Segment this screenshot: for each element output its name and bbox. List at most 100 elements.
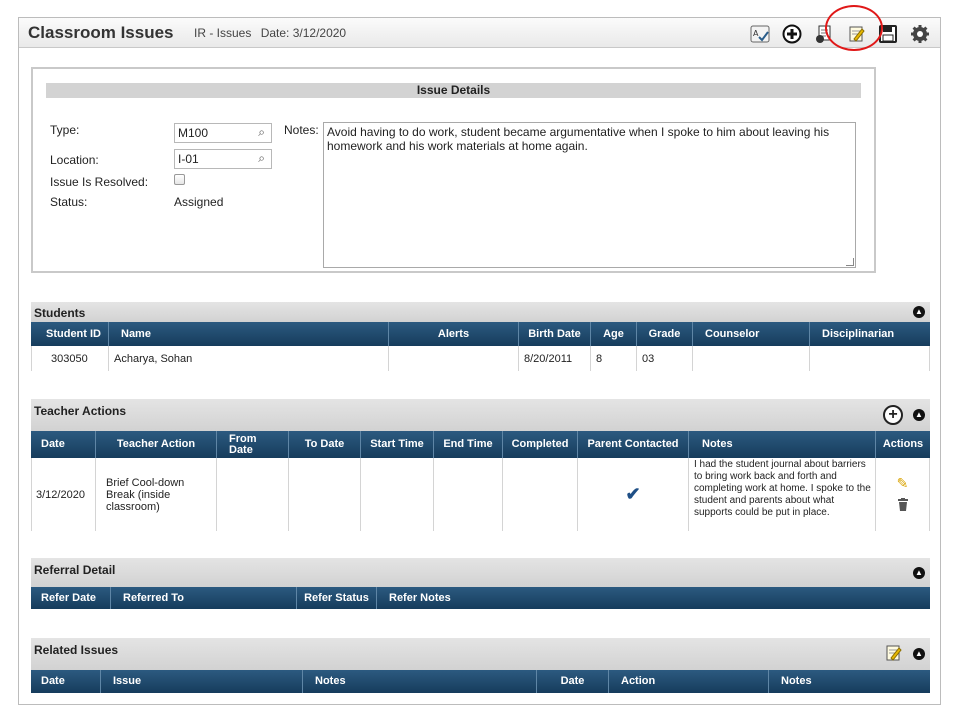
col-related-action-date[interactable]: Date <box>537 670 609 693</box>
teacher-actions-table-header: Date Teacher Action From Date To Date St… <box>31 431 930 458</box>
collapse-icon[interactable]: ▲ <box>913 648 925 660</box>
spellcheck-icon[interactable]: A <box>750 24 770 44</box>
type-label: Type: <box>50 123 80 137</box>
col-alerts[interactable]: Alerts <box>389 322 519 346</box>
col-related-notes[interactable]: Notes <box>303 670 537 693</box>
col-related-issue[interactable]: Issue <box>101 670 303 693</box>
cell-alerts <box>389 346 519 371</box>
location-field[interactable]: I-01 ⌕ <box>174 149 272 169</box>
col-related-action-notes[interactable]: Notes <box>769 670 930 693</box>
col-referred-to[interactable]: Referred To <box>111 587 297 609</box>
edit-pencil-icon[interactable]: ✎ <box>897 475 909 492</box>
col-name[interactable]: Name <box>109 322 389 346</box>
svg-text:A: A <box>753 29 759 38</box>
cell-age: 8 <box>591 346 637 371</box>
status-value: Assigned <box>174 195 224 209</box>
cell-date: 3/12/2020 <box>31 458 96 531</box>
col-from-date[interactable]: From Date <box>217 431 289 458</box>
search-icon[interactable]: ⌕ <box>258 125 265 140</box>
col-refer-status[interactable]: Refer Status <box>297 587 377 609</box>
notes-text: Avoid having to do work, student became … <box>327 125 830 153</box>
col-parent-contacted[interactable]: Parent Contacted <box>578 431 689 458</box>
collapse-icon[interactable]: ▲ <box>913 567 925 579</box>
checkmark-icon: ✔ <box>625 484 641 504</box>
notes-label: Notes: <box>284 123 319 137</box>
col-date[interactable]: Date <box>31 431 96 458</box>
table-row[interactable]: 3/12/2020 Brief Cool-down Break (inside … <box>31 458 930 531</box>
issue-details-panel: Issue Details Type: M100 ⌕ Location: I-0… <box>31 67 876 273</box>
referral-detail-section-header: Referral Detail ▲ <box>31 558 930 587</box>
page-subtitle: IR - Issues Date: 3/12/2020 <box>194 26 352 40</box>
search-icon[interactable]: ⌕ <box>258 151 265 166</box>
issue-resolved-checkbox[interactable] <box>174 174 185 185</box>
cell-to-date <box>289 458 361 531</box>
col-grade[interactable]: Grade <box>637 322 693 346</box>
title-bar: Classroom Issues IR - Issues Date: 3/12/… <box>19 5 940 51</box>
col-disciplinarian[interactable]: Disciplinarian <box>810 322 930 346</box>
cell-teacher-action: Brief Cool-down Break (inside classroom) <box>96 458 217 531</box>
col-related-action[interactable]: Action <box>609 670 769 693</box>
location-value: I-01 <box>178 152 199 166</box>
cell-birth-date: 8/20/2011 <box>519 346 591 371</box>
status-label: Status: <box>50 195 88 209</box>
cell-start-time <box>361 458 434 531</box>
add-teacher-action-icon[interactable]: + <box>883 405 903 425</box>
resolved-label: Issue Is Resolved: <box>50 175 149 189</box>
students-table-header: Student ID Name Alerts Birth Date Age Gr… <box>31 322 930 346</box>
table-row[interactable]: 303050 Acharya, Sohan 8/20/2011 8 03 <box>31 346 930 371</box>
teacher-action-text: Brief Cool-down Break (inside classroom) <box>106 476 185 513</box>
col-age[interactable]: Age <box>591 322 637 346</box>
col-notes[interactable]: Notes <box>689 431 876 458</box>
issue-details-heading: Issue Details <box>46 83 861 98</box>
cell-actions: ✎ <box>876 458 930 531</box>
highlight-annotation-circle <box>825 5 883 51</box>
col-completed[interactable]: Completed <box>503 431 578 458</box>
cell-name: Acharya, Sohan <box>109 346 389 371</box>
notes-textarea[interactable]: Avoid having to do work, student became … <box>323 122 856 268</box>
classroom-issues-window: Classroom Issues IR - Issues Date: 3/12/… <box>18 5 941 705</box>
settings-icon[interactable] <box>910 24 930 44</box>
related-issues-table-header: Date Issue Notes Date Action Notes <box>31 670 930 693</box>
issue-type-label: IR - Issues <box>194 26 252 40</box>
cell-counselor <box>693 346 810 371</box>
col-refer-notes[interactable]: Refer Notes <box>377 587 930 609</box>
page-title: Classroom Issues <box>28 23 174 42</box>
col-actions: Actions <box>882 438 924 450</box>
resize-handle[interactable] <box>846 258 854 266</box>
col-start-time[interactable]: Start Time <box>361 431 434 458</box>
col-teacher-action[interactable]: Teacher Action <box>96 431 217 458</box>
related-issues-section-header: Related Issues ▲ <box>31 638 930 670</box>
col-from-date-label: From Date <box>229 432 257 456</box>
col-counselor[interactable]: Counselor <box>693 322 810 346</box>
col-student-id[interactable]: Student ID <box>31 322 109 346</box>
students-section-header: Students ▲ <box>31 302 930 322</box>
edit-notes-icon[interactable] <box>883 643 903 663</box>
teacher-actions-title: Teacher Actions <box>34 404 127 418</box>
referral-table-header: Refer Date Referred To Refer Status Refe… <box>31 587 930 609</box>
referral-detail-title: Referral Detail <box>34 563 116 577</box>
cell-end-time <box>434 458 503 531</box>
collapse-icon[interactable]: ▲ <box>913 409 925 421</box>
location-label: Location: <box>50 153 99 167</box>
col-related-date[interactable]: Date <box>31 670 101 693</box>
cell-student-id: 303050 <box>31 346 109 371</box>
delete-trash-icon[interactable] <box>897 498 909 514</box>
col-refer-date[interactable]: Refer Date <box>31 587 111 609</box>
cell-parent-contacted: ✔ <box>578 458 689 531</box>
cell-from-date <box>217 458 289 531</box>
type-value: M100 <box>178 126 209 140</box>
cell-grade: 03 <box>637 346 693 371</box>
teacher-actions-section-header: Teacher Actions + ▲ <box>31 399 930 431</box>
cell-completed <box>503 458 578 531</box>
collapse-icon[interactable]: ▲ <box>913 306 925 318</box>
col-birth-date[interactable]: Birth Date <box>519 322 591 346</box>
cell-disciplinarian <box>810 346 930 371</box>
cell-notes: I had the student journal about barriers… <box>689 458 876 531</box>
related-issues-title: Related Issues <box>34 643 119 657</box>
col-to-date[interactable]: To Date <box>289 431 361 458</box>
issue-date-label: Date: 3/12/2020 <box>260 26 347 40</box>
type-field[interactable]: M100 ⌕ <box>174 123 272 143</box>
col-end-time[interactable]: End Time <box>434 431 503 458</box>
students-title: Students <box>34 306 86 320</box>
add-icon[interactable] <box>782 24 802 44</box>
